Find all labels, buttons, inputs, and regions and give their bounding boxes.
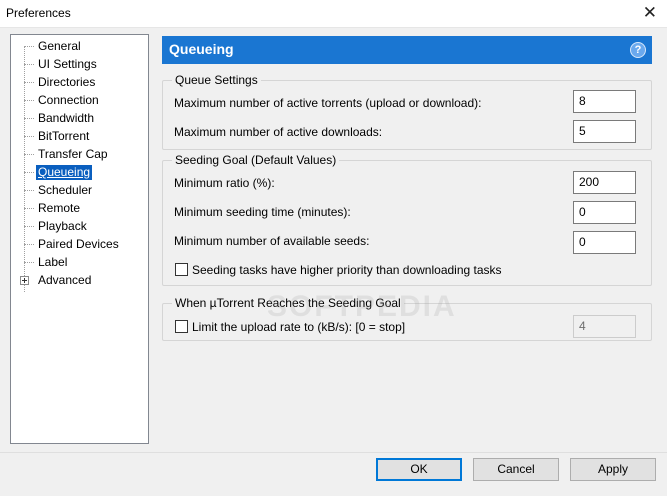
- min-ratio-label: Minimum ratio (%):: [174, 176, 275, 190]
- ok-button[interactable]: OK: [376, 458, 462, 481]
- tree-connector: [24, 262, 34, 263]
- tree-connector: [24, 154, 34, 155]
- tree-connector: [24, 172, 34, 173]
- max-active-downloads-label: Maximum number of active downloads:: [174, 125, 383, 139]
- tree-item-label: Remote: [38, 201, 81, 215]
- tree-item-label: Queueing: [36, 165, 93, 180]
- expand-plus-icon[interactable]: [20, 276, 29, 285]
- tree-item-label: Label: [38, 255, 68, 269]
- queue-settings-group: Queue Settings Maximum number of active …: [162, 73, 652, 150]
- tree-item-connection[interactable]: Connection: [11, 92, 148, 110]
- apply-button[interactable]: Apply: [570, 458, 656, 481]
- close-icon[interactable]: ✕: [643, 3, 657, 23]
- tree-item-label: Scheduler: [38, 183, 93, 197]
- tree-item-label: Advanced: [38, 273, 92, 287]
- tree-item-playback[interactable]: Playback: [11, 218, 148, 236]
- tree-item-label: Connection: [38, 93, 99, 107]
- upload-rate-input: 4: [573, 315, 636, 338]
- tree-connector: [24, 190, 34, 191]
- panel-title: Queueing: [169, 41, 234, 57]
- tree-connector: [24, 208, 34, 209]
- tree-item-advanced[interactable]: Advanced: [11, 272, 148, 290]
- tree-item-label: UI Settings: [38, 57, 97, 71]
- reach-goal-group: When µTorrent Reaches the Seeding Goal L…: [162, 296, 652, 341]
- min-seeds-label: Minimum number of available seeds:: [174, 234, 370, 248]
- help-icon[interactable]: ?: [630, 42, 646, 58]
- min-seeds-input[interactable]: 0: [573, 231, 636, 254]
- preferences-tree[interactable]: General UI Settings Directories Connecti…: [10, 34, 149, 444]
- tree-connector: [24, 64, 34, 65]
- tree-item-scheduler[interactable]: Scheduler: [11, 182, 148, 200]
- tree-item-queueing[interactable]: Queueing: [11, 164, 148, 182]
- priority-checkbox-label[interactable]: Seeding tasks have higher priority than …: [192, 263, 502, 277]
- tree-connector: [24, 244, 34, 245]
- tree-connector: [24, 118, 34, 119]
- tree-item-bandwidth[interactable]: Bandwidth: [11, 110, 148, 128]
- tree-item-label: Directories: [38, 75, 96, 89]
- tree-connector: [24, 100, 34, 101]
- limit-upload-checkbox-label[interactable]: Limit the upload rate to (kB/s): [0 = st…: [192, 320, 405, 334]
- tree-item-bittorrent[interactable]: BitTorrent: [11, 128, 148, 146]
- tree-item-label: Bandwidth: [38, 111, 95, 125]
- limit-upload-checkbox[interactable]: [175, 320, 188, 333]
- tree-item-label-settings[interactable]: Label: [11, 254, 148, 272]
- tree-item-label: General: [38, 39, 81, 53]
- group-title: Seeding Goal (Default Values): [172, 153, 340, 167]
- min-ratio-input[interactable]: 200: [573, 171, 636, 194]
- min-seed-time-label: Minimum seeding time (minutes):: [174, 205, 351, 219]
- tree-item-label: Transfer Cap: [38, 147, 108, 161]
- priority-checkbox[interactable]: [175, 263, 188, 276]
- cancel-button[interactable]: Cancel: [473, 458, 559, 481]
- min-seed-time-input[interactable]: 0: [573, 201, 636, 224]
- tree-connector: [24, 136, 34, 137]
- tree-item-remote[interactable]: Remote: [11, 200, 148, 218]
- max-active-torrents-input[interactable]: 8: [573, 90, 636, 113]
- button-bar: [0, 452, 667, 496]
- group-title: When µTorrent Reaches the Seeding Goal: [172, 296, 404, 310]
- max-active-torrents-label: Maximum number of active torrents (uploa…: [174, 96, 482, 110]
- tree-item-directories[interactable]: Directories: [11, 74, 148, 92]
- panel-header: Queueing ?: [162, 36, 652, 64]
- title-bar: Preferences ✕: [0, 0, 667, 28]
- group-title: Queue Settings: [172, 73, 261, 87]
- tree-item-paired-devices[interactable]: Paired Devices: [11, 236, 148, 254]
- tree-item-label: BitTorrent: [38, 129, 90, 143]
- max-active-downloads-input[interactable]: 5: [573, 120, 636, 143]
- tree-item-label: Paired Devices: [38, 237, 119, 251]
- tree-connector: [24, 82, 34, 83]
- tree-item-general[interactable]: General: [11, 38, 148, 56]
- tree-item-label: Playback: [38, 219, 87, 233]
- window-title: Preferences: [6, 6, 71, 20]
- tree-item-transfer-cap[interactable]: Transfer Cap: [11, 146, 148, 164]
- tree-connector: [24, 46, 34, 47]
- seeding-goal-group: Seeding Goal (Default Values) Minimum ra…: [162, 153, 652, 286]
- tree-connector: [24, 226, 34, 227]
- tree-item-ui-settings[interactable]: UI Settings: [11, 56, 148, 74]
